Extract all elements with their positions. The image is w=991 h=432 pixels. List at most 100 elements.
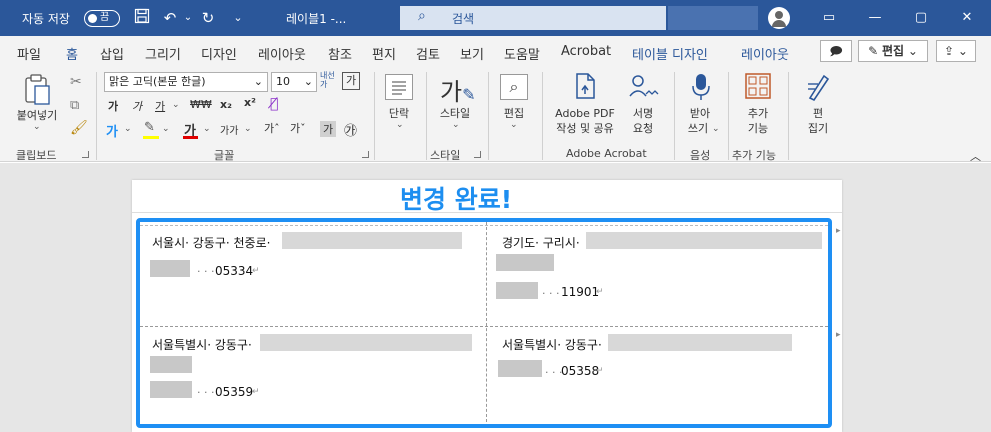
zip-code[interactable]: 11901	[561, 285, 599, 299]
minimize-icon[interactable]: —	[852, 0, 898, 36]
find-icon[interactable]: ⌕	[500, 74, 528, 100]
tab-layout[interactable]: 레이아웃	[258, 44, 306, 63]
underline-dropdown-icon[interactable]: ⌄	[172, 100, 180, 110]
close-icon[interactable]: ✕	[944, 0, 990, 36]
request-sign-icon[interactable]	[628, 72, 662, 103]
search-placeholder: 검색	[452, 12, 475, 26]
change-case-button[interactable]: 가가	[220, 122, 238, 137]
tab-draw[interactable]: 그리기	[145, 44, 181, 63]
editing-mode-label: 편집	[881, 44, 905, 58]
address-text[interactable]: 서울특별시· 강동구·	[502, 336, 602, 353]
autosave-toggle[interactable]: 끔	[84, 10, 120, 27]
customize-qat-icon[interactable]: ⌄	[228, 8, 248, 28]
save-icon[interactable]	[132, 8, 152, 28]
font-size-select[interactable]: 10 ⌄	[271, 72, 317, 92]
tab-table-layout[interactable]: 레이아웃	[741, 44, 789, 63]
italic-button[interactable]: 가	[132, 98, 142, 114]
adobe-pdf-icon[interactable]	[572, 72, 598, 106]
maximize-icon[interactable]: ▢	[898, 0, 944, 36]
search-box[interactable]: ⌕ 검색	[400, 6, 666, 30]
table-edge-handle[interactable]: ▸	[836, 226, 841, 236]
tab-design[interactable]: 디자인	[201, 44, 237, 63]
undo-icon[interactable]: ↶	[160, 8, 180, 28]
editor-label-1: 편	[812, 107, 824, 120]
avatar-body	[772, 20, 786, 27]
zip-code[interactable]: 05358	[561, 364, 599, 378]
copy-icon[interactable]: ⧉	[70, 98, 79, 113]
cut-icon[interactable]: ✂	[70, 74, 82, 90]
address-text[interactable]: 경기도· 구리시·	[502, 234, 580, 251]
clear-formatting-icon[interactable]: 가̸	[270, 96, 278, 112]
char-shading-button[interactable]: 가	[320, 121, 337, 137]
styles-launcher-icon[interactable]	[474, 151, 481, 158]
highlight-icon[interactable]: ✎	[144, 120, 155, 135]
zip-code[interactable]: 05334	[215, 264, 253, 278]
strikethrough-button[interactable]: ₩₩	[190, 98, 212, 111]
paste-label: 붙여넣기	[16, 109, 58, 122]
tab-mailings[interactable]: 편지	[372, 44, 396, 63]
text-effects-dropdown-icon[interactable]: ⌄	[124, 124, 132, 134]
subscript-button[interactable]: x₂	[220, 98, 232, 111]
change-case-dropdown-icon[interactable]: ⌄	[244, 124, 252, 134]
paragraph-mark-icon: ↵	[252, 387, 260, 397]
undo-dropdown-icon[interactable]: ⌄	[178, 8, 198, 28]
editing-dropdown-icon[interactable]: ⌄	[510, 120, 518, 130]
share-button[interactable]: ⇪ ⌄	[936, 40, 976, 62]
superscript-button[interactable]: x²	[244, 96, 256, 109]
dictate-icon[interactable]	[690, 72, 712, 105]
paste-dropdown-icon[interactable]: ⌄	[33, 122, 41, 132]
search-icon: ⌕	[418, 8, 426, 24]
tab-home[interactable]: 홈	[64, 44, 80, 68]
address-text[interactable]: 서울특별시· 강동구·	[152, 336, 252, 353]
bold-button[interactable]: 가	[108, 98, 118, 114]
text-effects-button[interactable]: 가	[106, 121, 118, 140]
font-launcher-icon[interactable]	[362, 151, 369, 158]
tab-insert[interactable]: 삽입	[100, 44, 124, 63]
tab-acrobat[interactable]: Acrobat	[561, 44, 611, 59]
zip-code[interactable]: 05359	[215, 385, 253, 399]
editing-mode-button[interactable]: ✎ 편집 ⌄	[858, 40, 928, 62]
ribbon-display-icon[interactable]: ▭	[806, 0, 852, 36]
tab-file[interactable]: 파일	[17, 44, 41, 63]
avatar[interactable]	[768, 7, 790, 29]
tab-view[interactable]: 보기	[460, 44, 484, 63]
page-heading[interactable]: 변경 완료!	[400, 180, 512, 216]
zip-prefix: · · ·	[542, 287, 560, 300]
share-icon: ⇪	[944, 44, 955, 58]
enclose-char-button[interactable]: ㉮	[344, 120, 357, 139]
highlight-dropdown-icon[interactable]: ⌄	[162, 124, 170, 134]
paragraph-icon[interactable]	[385, 74, 413, 100]
title-bar: 자동 저장 끔 ↶ ⌄ ↻ ⌄ 레이블1 -... ⌕ 검색 ▭ — ▢ ✕	[0, 0, 991, 36]
editor-icon[interactable]	[804, 72, 832, 105]
collapse-ribbon-icon[interactable]: ︿	[970, 148, 981, 164]
shrink-font-button[interactable]: 가ˇ	[290, 120, 306, 136]
format-painter-icon[interactable]: 🖌	[70, 120, 88, 136]
tab-references[interactable]: 참조	[328, 44, 352, 63]
dictate-dropdown-icon[interactable]: ⌄	[712, 124, 720, 134]
redo-icon[interactable]: ↻	[198, 8, 218, 28]
paste-icon[interactable]	[20, 72, 54, 106]
table-edge-handle[interactable]: ▸	[836, 330, 841, 340]
styles-dropdown-icon[interactable]: ⌄	[452, 120, 460, 130]
font-color-dropdown-icon[interactable]: ⌄	[203, 124, 211, 134]
tab-review[interactable]: 검토	[416, 44, 440, 63]
autosave-state: 끔	[100, 12, 110, 23]
styles-icon[interactable]: 가✎	[440, 72, 476, 107]
separator	[674, 72, 675, 160]
paragraph-dropdown-icon[interactable]: ⌄	[396, 120, 404, 130]
phonetic-guide-icon[interactable]: 내선 가	[320, 71, 335, 89]
clipboard-launcher-icon[interactable]	[82, 151, 89, 158]
tab-table-design[interactable]: 테이블 디자인	[632, 44, 708, 63]
add-ins-icon[interactable]	[744, 72, 772, 103]
font-name-select[interactable]: 맑은 고딕(본문 한글) ⌄	[104, 72, 268, 92]
comments-button[interactable]: 🗩	[820, 40, 852, 62]
redacted-text	[260, 334, 472, 351]
separator	[374, 72, 375, 160]
underline-button[interactable]: 가	[155, 98, 165, 114]
font-name-value: 맑은 고딕(본문 한글)	[109, 75, 206, 88]
zip-prefix: · · ·	[197, 265, 215, 278]
address-text[interactable]: 서울시· 강동구· 천중로·	[152, 234, 270, 251]
char-border-icon[interactable]: 가	[342, 72, 360, 90]
tab-help[interactable]: 도움말	[504, 44, 540, 63]
grow-font-button[interactable]: 가ˆ	[264, 120, 280, 136]
